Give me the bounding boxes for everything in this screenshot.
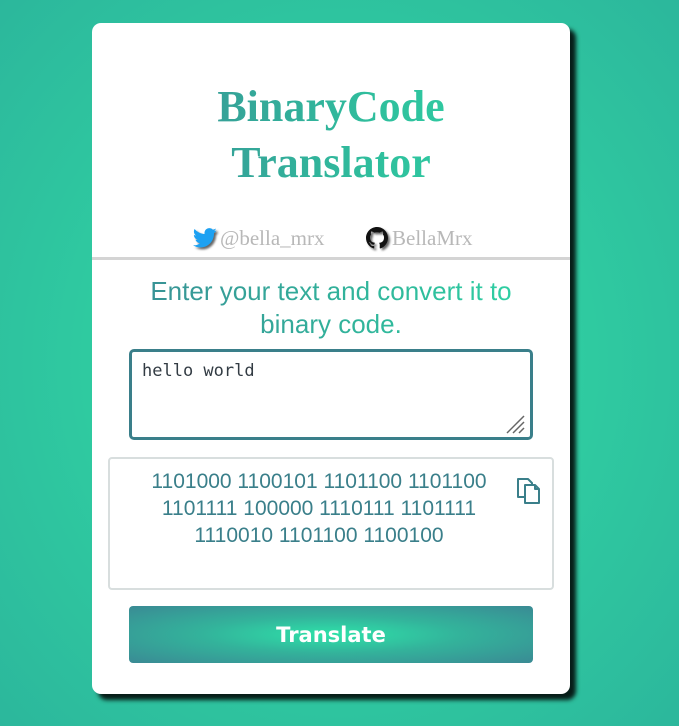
binary-output-line-3: 1110010 1101100 1100100 [194,524,444,547]
github-octocat-icon [365,226,389,250]
binary-output-text: 1101000 1100101 1101100 1101100 1101111 … [124,468,514,549]
social-links: @bella_mrx BellaMrx [92,225,570,251]
twitter-handle: @bella_mrx [220,225,325,250]
binary-output-line-1: 1101000 1100101 1101100 1101100 [151,470,487,493]
twitter-link[interactable]: @bella_mrx [193,225,324,251]
resize-grip-icon[interactable] [504,413,526,435]
binary-output-line-2: 1101111 100000 1110111 1101111 [161,497,477,520]
copy-button[interactable] [512,476,546,510]
github-handle: BellaMrx [392,225,473,250]
copy-icon [514,476,544,511]
instructions-line-1: Enter your text and convert it to [150,276,512,306]
app-title-line-1: BinaryCode [217,82,445,131]
twitter-bird-icon [193,226,217,250]
translate-button[interactable]: Translate [129,606,533,663]
app-title-line-2: Translator [231,138,431,187]
binary-output: 1101000 1100101 1101100 1101100 1101111 … [108,457,554,590]
github-link[interactable]: BellaMrx [365,225,472,251]
header-divider [92,257,570,260]
instructions-text: Enter your text and convert it to binary… [92,275,570,341]
translator-card: BinaryCode Translator @bella_mrx BellaMr… [92,23,570,694]
text-input[interactable]: hello world [129,349,533,440]
instructions-line-2: binary code. [260,309,402,339]
app-title: BinaryCode Translator [92,79,570,191]
